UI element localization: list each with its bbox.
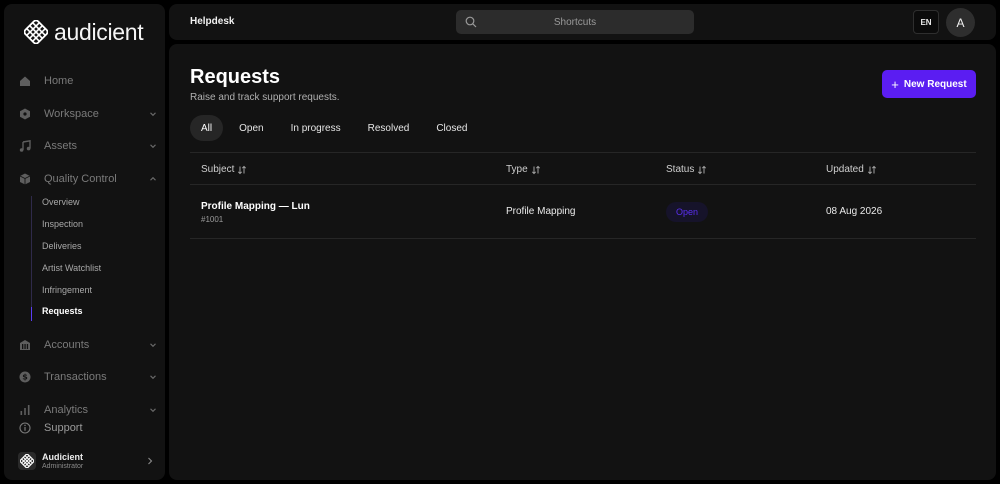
sidebar-item-label: Transactions: [44, 371, 107, 383]
chevron-down-icon: [150, 144, 156, 149]
sidebar-subitem-artist-watchlist[interactable]: Artist Watchlist: [42, 263, 101, 273]
sidebar-item-label: Quality Control: [44, 173, 117, 185]
sort-icon: [238, 165, 247, 174]
table-row[interactable]: Profile Mapping — Lun #1001 Profile Mapp…: [190, 185, 976, 239]
request-updated: 08 Aug 2026: [826, 206, 883, 217]
sidebar-item-label: Analytics: [44, 404, 89, 416]
chevron-down-icon: [150, 408, 156, 413]
chevron-right-icon: [148, 457, 153, 465]
language-button[interactable]: EN: [913, 10, 939, 34]
sidebar: audicient Home Workspace Assets Quality …: [4, 4, 165, 480]
sidebar-subitem-overview[interactable]: Overview: [42, 197, 80, 207]
logo-icon: [20, 454, 34, 468]
search-placeholder: Shortcuts: [553, 16, 597, 28]
sidebar-item-transactions[interactable]: $ Transactions: [18, 366, 158, 388]
status-tabs: All Open In progress Resolved Closed: [190, 115, 483, 141]
sidebar-item-accounts[interactable]: Accounts: [18, 334, 158, 356]
column-label: Updated: [826, 164, 864, 175]
column-header-status[interactable]: Status: [666, 164, 707, 175]
search-input[interactable]: Shortcuts: [456, 10, 694, 34]
subject-cell: Profile Mapping — Lun #1001: [201, 201, 310, 224]
sidebar-item-workspace[interactable]: Workspace: [18, 103, 158, 125]
sidebar-subitem-infringement[interactable]: Infringement: [42, 285, 92, 295]
chevron-down-icon: [150, 112, 156, 117]
request-id: #1001: [201, 215, 224, 224]
sidebar-item-label: Home: [44, 75, 74, 87]
column-label: Subject: [201, 164, 235, 175]
chevron-up-icon: [150, 176, 156, 181]
submenu-active-indicator: [31, 307, 32, 321]
info-icon: [18, 421, 32, 435]
sidebar-item-quality-control[interactable]: Quality Control: [18, 168, 158, 190]
sort-icon: [531, 165, 540, 174]
tab-closed[interactable]: Closed: [425, 115, 478, 141]
request-type: Profile Mapping: [506, 206, 576, 217]
box-icon: [18, 172, 32, 186]
tab-all[interactable]: All: [190, 115, 224, 141]
table-header: Subject Type Status Updated: [190, 152, 976, 185]
plus-icon: +: [891, 76, 899, 92]
user-role: Administrator: [42, 463, 84, 470]
brand-logo[interactable]: audicient: [24, 18, 144, 46]
chevron-down-icon: [150, 343, 156, 348]
sidebar-item-label: Support: [44, 422, 83, 434]
sidebar-item-label: Workspace: [44, 108, 99, 120]
column-label: Type: [506, 164, 528, 175]
sidebar-subitem-requests[interactable]: Requests: [42, 306, 83, 316]
svg-text:$: $: [22, 373, 28, 382]
submenu-guide-line: [31, 196, 32, 320]
column-header-subject[interactable]: Subject: [201, 164, 247, 175]
chevron-down-icon: [150, 375, 156, 380]
sort-icon: [698, 165, 707, 174]
user-menu[interactable]: Audicient Administrator: [18, 448, 158, 474]
tab-in-progress[interactable]: In progress: [280, 115, 352, 141]
sidebar-item-support[interactable]: Support: [18, 417, 158, 439]
sidebar-item-home[interactable]: Home: [18, 70, 158, 92]
tab-open[interactable]: Open: [228, 115, 274, 141]
search-icon: [465, 16, 477, 28]
building-icon: [18, 338, 32, 352]
bar-chart-icon: [18, 403, 32, 417]
hexagon-icon: [18, 107, 32, 121]
music-note-icon: [18, 139, 32, 153]
logo-icon: [24, 20, 48, 44]
page-subtitle: Raise and track support requests.: [190, 92, 340, 103]
sidebar-item-label: Accounts: [44, 339, 90, 351]
requests-table: Subject Type Status Updated Profile Mapp…: [190, 152, 976, 239]
new-request-button[interactable]: + New Request: [882, 70, 976, 98]
new-request-label: New Request: [903, 78, 967, 90]
sidebar-item-assets[interactable]: Assets: [18, 135, 158, 157]
avatar[interactable]: A: [946, 8, 975, 37]
column-header-type[interactable]: Type: [506, 164, 541, 175]
column-label: Status: [666, 164, 695, 175]
status-badge: Open: [666, 202, 709, 222]
column-header-updated[interactable]: Updated: [826, 164, 877, 175]
request-subject: Profile Mapping — Lun: [201, 201, 310, 212]
sort-icon: [867, 165, 876, 174]
sidebar-item-label: Assets: [44, 140, 78, 152]
dollar-icon: $: [18, 370, 32, 384]
sidebar-subitem-deliveries[interactable]: Deliveries: [42, 241, 82, 251]
brand-name: audicient: [54, 18, 144, 45]
avatar: [18, 452, 36, 470]
home-icon: [18, 74, 32, 88]
tab-resolved[interactable]: Resolved: [357, 115, 421, 141]
top-header: Helpdesk Shortcuts EN A: [169, 4, 996, 40]
main-panel: Requests Raise and track support request…: [169, 44, 996, 480]
header-title: Helpdesk: [190, 16, 235, 27]
sidebar-subitem-inspection[interactable]: Inspection: [42, 219, 83, 229]
page-title: Requests: [190, 66, 281, 88]
user-name: Audicient: [42, 452, 84, 462]
